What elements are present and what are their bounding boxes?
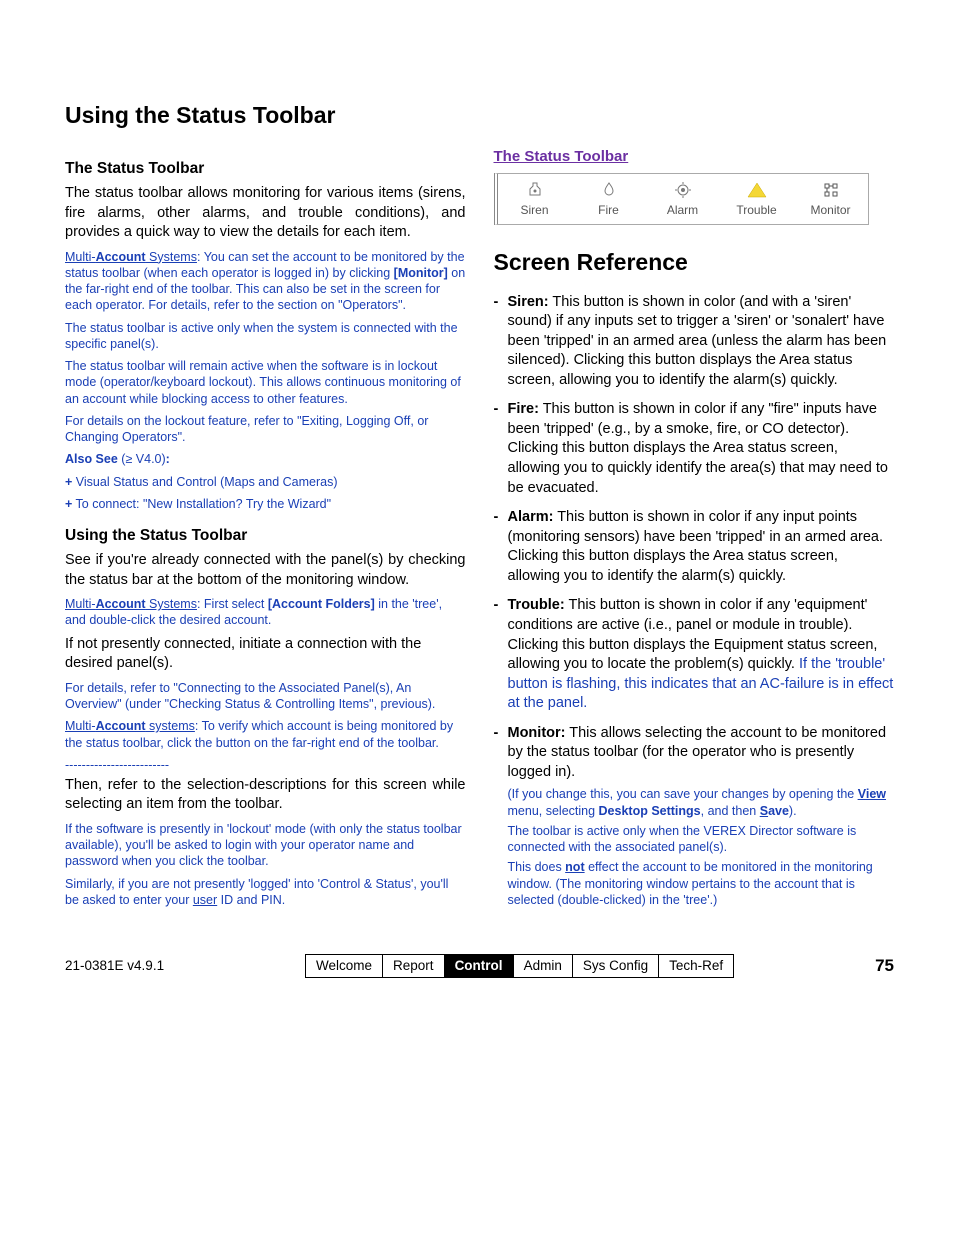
siren-icon [498, 180, 572, 200]
note-text: If the software is presently in 'lockout… [65, 821, 466, 870]
ref-item-monitor: Monitor: This allows selecting the accou… [494, 724, 895, 908]
note-text: The status toolbar will remain active wh… [65, 358, 466, 407]
note-text: Multi-Account systems: To verify which a… [65, 718, 466, 751]
footer-tabs: Welcome Report Control Admin Sys Config … [305, 954, 734, 978]
note-text: Similarly, if you are not presently 'log… [65, 876, 466, 909]
heading-using-toolbar: Using the Status Toolbar [65, 526, 466, 547]
toolbar-caption: The Status Toolbar [494, 147, 629, 167]
tab-admin[interactable]: Admin [514, 955, 573, 977]
ref-item-trouble: Trouble: This button is shown in color i… [494, 596, 895, 713]
body-text: The status toolbar allows monitoring for… [65, 184, 466, 243]
page-footer: 21-0381E v4.9.1 Welcome Report Control A… [65, 954, 894, 978]
monitor-icon [794, 180, 868, 200]
body-text: See if you're already connected with the… [65, 551, 466, 590]
toolbar-label: Fire [598, 203, 619, 217]
also-see: Also See (≥ V4.0): [65, 451, 466, 467]
body-text: Then, refer to the selection-description… [65, 776, 466, 815]
tab-report[interactable]: Report [383, 955, 445, 977]
toolbar-alarm-button[interactable]: Alarm [646, 178, 720, 220]
trouble-icon [720, 180, 794, 200]
toolbar-label: Alarm [667, 203, 698, 217]
heading-screen-reference: Screen Reference [494, 247, 895, 278]
tab-welcome[interactable]: Welcome [306, 955, 383, 977]
also-see-link: ++ Visual Status and Control (Maps and C… [65, 474, 466, 490]
toolbar-label: Trouble [736, 203, 776, 217]
toolbar-fire-button[interactable]: Fire [572, 178, 646, 220]
tab-control[interactable]: Control [445, 955, 514, 977]
body-text: If not presently connected, initiate a c… [65, 635, 466, 674]
fire-icon [572, 180, 646, 200]
left-column: The Status Toolbar The status toolbar al… [65, 145, 466, 918]
toolbar-label: Siren [520, 203, 548, 217]
status-toolbar-screenshot: Siren Fire Alarm [494, 173, 869, 225]
doc-id: 21-0381E v4.9.1 [65, 957, 164, 975]
ref-item-alarm: Alarm: This button is shown in color if … [494, 508, 895, 586]
alarm-icon [646, 180, 720, 200]
note-text: The status toolbar is active only when t… [65, 320, 466, 353]
note-text: For details on the lockout feature, refe… [65, 413, 466, 446]
note-text: For details, refer to "Connecting to the… [65, 680, 466, 713]
right-column: The Status Toolbar Siren Fire [494, 145, 895, 918]
note-text: Multi-Account Systems: You can set the a… [65, 249, 466, 314]
tab-sysconfig[interactable]: Sys Config [573, 955, 659, 977]
ref-item-siren: Siren: This button is shown in color (an… [494, 293, 895, 391]
toolbar-monitor-button[interactable]: Monitor [794, 178, 868, 220]
ref-item-fire: Fire: This button is shown in color if a… [494, 400, 895, 498]
heading-status-toolbar: The Status Toolbar [65, 159, 466, 180]
note-text: Multi-Account Systems: First select [Acc… [65, 596, 466, 629]
tab-techref[interactable]: Tech-Ref [659, 955, 733, 977]
page-number: 75 [875, 955, 894, 978]
toolbar-label: Monitor [810, 203, 850, 217]
toolbar-siren-button[interactable]: Siren [498, 178, 572, 220]
page-title: Using the Status Toolbar [65, 100, 894, 131]
also-see-link: + To connect: "New Installation? Try the… [65, 496, 466, 512]
divider: ------------------------- [65, 757, 466, 774]
toolbar-trouble-button[interactable]: Trouble [720, 178, 794, 220]
